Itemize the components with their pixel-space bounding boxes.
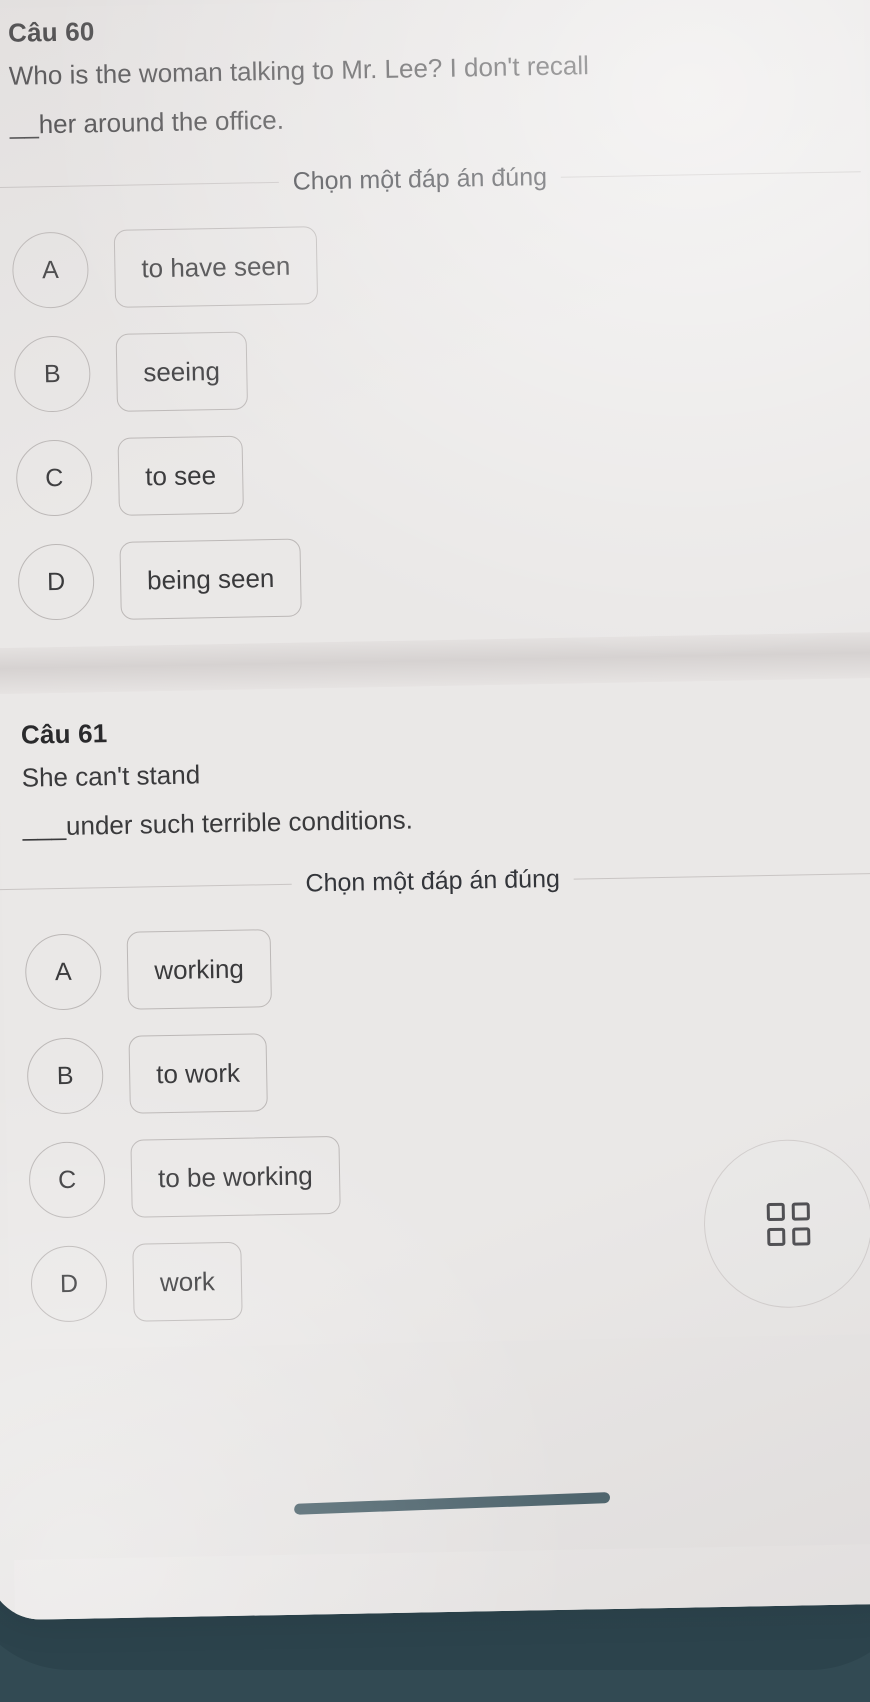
- divider-line-left: [0, 884, 292, 891]
- option-choice-button[interactable]: to have seen: [113, 226, 318, 309]
- option-key-bubble[interactable]: C: [15, 439, 93, 517]
- home-indicator[interactable]: [293, 1491, 611, 1515]
- option-key-bubble[interactable]: C: [28, 1141, 106, 1219]
- option-row[interactable]: C to see: [15, 424, 870, 518]
- option-key-bubble[interactable]: D: [17, 543, 95, 621]
- option-key-bubble[interactable]: B: [13, 335, 92, 413]
- grid-cell: [766, 1202, 785, 1221]
- phone-photo: Câu 60 Who is the woman talking to Mr. L…: [0, 0, 870, 1702]
- option-key-bubble[interactable]: A: [24, 933, 102, 1012]
- answer-prompt-row: Chọn một đáp án đúng: [0, 859, 870, 904]
- grid-cell: [791, 1201, 810, 1221]
- divider-line-left: [0, 182, 279, 189]
- divider-line-right: [560, 171, 861, 178]
- option-row[interactable]: A to have seen: [11, 216, 869, 310]
- answer-prompt-row: Chọn một đáp án đúng: [0, 157, 867, 202]
- option-choice-button[interactable]: being seen: [119, 538, 303, 621]
- quiz-content: Câu 60 Who is the woman talking to Mr. L…: [0, 0, 870, 1621]
- answer-prompt-label: Chọn một đáp án đúng: [292, 163, 548, 196]
- option-choice-button[interactable]: to see: [117, 435, 244, 517]
- grid-cell: [791, 1226, 810, 1246]
- answer-prompt-label: Chọn một đáp án đúng: [305, 865, 561, 898]
- options-list: A to have seen B seeing C to see D being…: [0, 194, 870, 622]
- option-choice-button[interactable]: to work: [128, 1033, 268, 1115]
- option-row[interactable]: D being seen: [17, 528, 870, 622]
- phone-screen: Câu 60 Who is the woman talking to Mr. L…: [0, 0, 870, 1621]
- divider-line-right: [573, 873, 870, 880]
- question-card: Câu 60 Who is the woman talking to Mr. L…: [0, 0, 870, 649]
- grid-cell: [766, 1227, 785, 1246]
- option-choice-button[interactable]: seeing: [115, 331, 248, 413]
- grid-apps-icon: [766, 1201, 810, 1246]
- option-choice-button[interactable]: work: [132, 1242, 243, 1323]
- option-choice-button[interactable]: to be working: [130, 1136, 341, 1219]
- option-row[interactable]: A working: [24, 918, 870, 1012]
- option-key-bubble[interactable]: A: [11, 231, 90, 309]
- option-key-bubble[interactable]: B: [26, 1037, 104, 1115]
- home-indicator-area: [13, 1490, 870, 1517]
- option-key-bubble[interactable]: D: [30, 1245, 108, 1323]
- option-row[interactable]: B seeing: [13, 320, 870, 414]
- option-choice-button[interactable]: working: [126, 929, 272, 1011]
- option-row[interactable]: B to work: [26, 1022, 870, 1116]
